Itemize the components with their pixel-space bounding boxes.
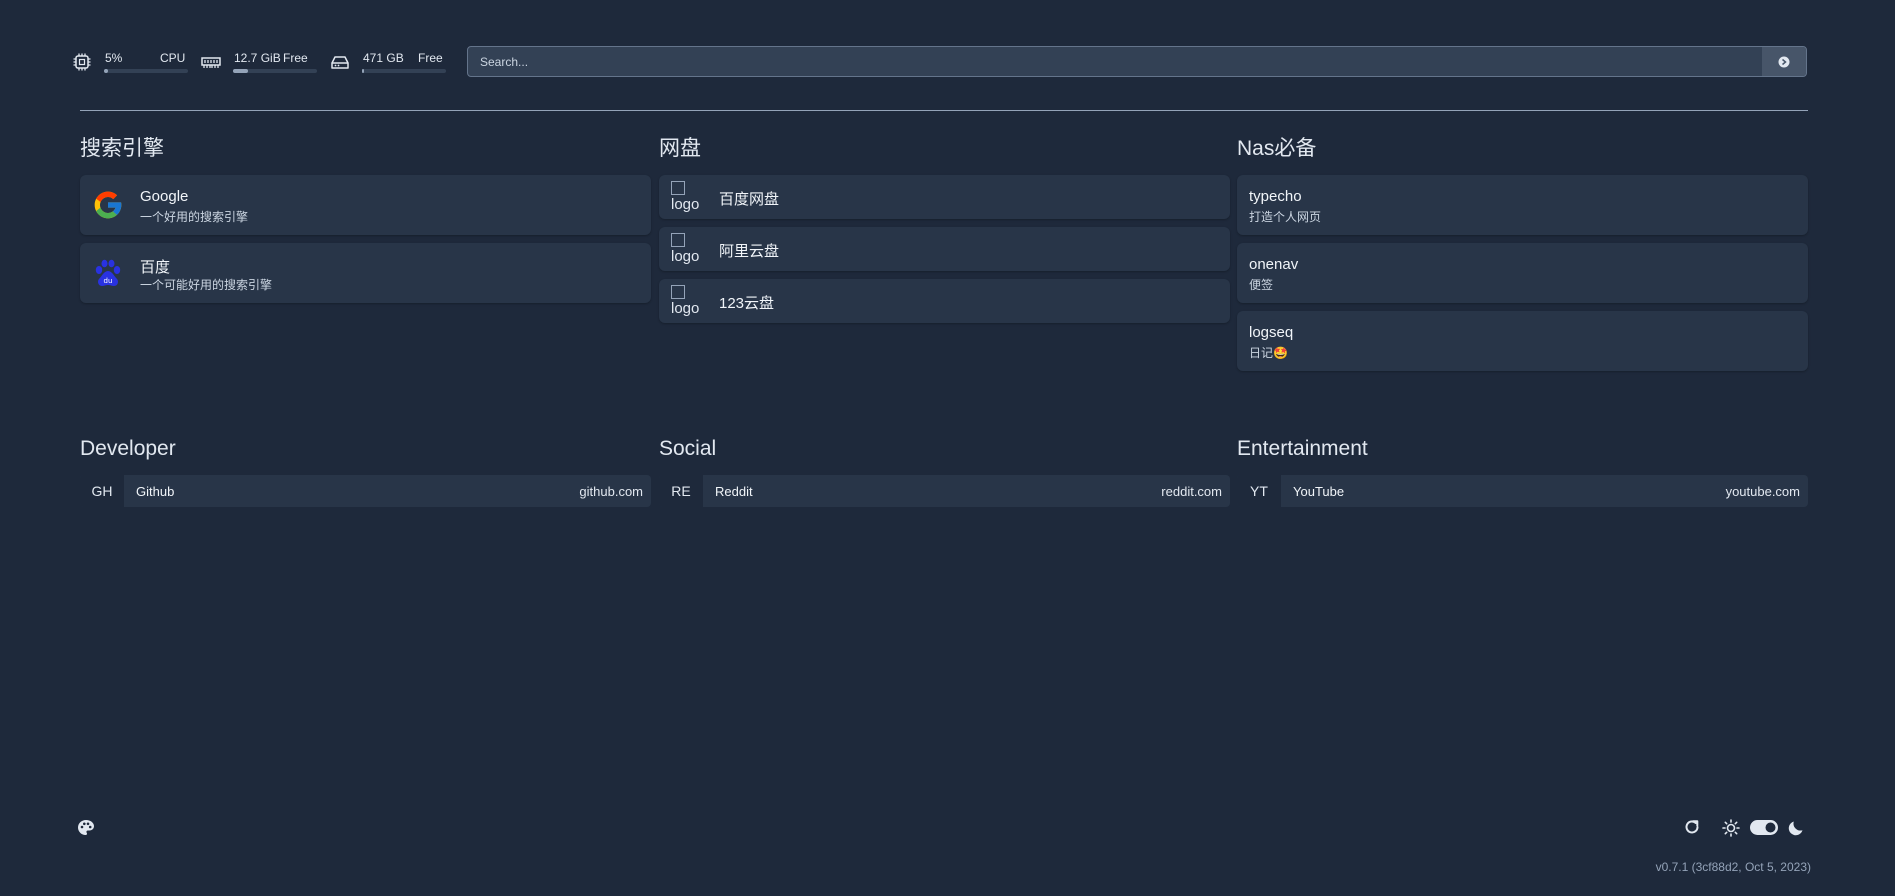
baidu-logo-icon: du: [92, 257, 124, 289]
memory-widget: 12.7 GiB Free: [201, 46, 319, 80]
search-input[interactable]: [468, 47, 1768, 76]
service-group-nas: Nas必备 typecho 打造个人网页 onenav 便签 logseq 日记…: [1237, 135, 1808, 375]
service-card-baidu-pan[interactable]: logo 百度网盘: [659, 175, 1230, 219]
bookmark-github[interactable]: GH Github github.com: [80, 475, 651, 507]
service-card-typecho[interactable]: typecho 打造个人网页: [1237, 175, 1808, 235]
memory-bar-fill: [233, 69, 249, 73]
cpu-widget: 5% CPU: [72, 46, 190, 80]
service-group-title: 网盘: [659, 137, 701, 160]
service-description: 打造个人网页: [1249, 210, 1322, 224]
broken-image-icon: logo: [671, 285, 703, 317]
bookmark-abbr: RE: [659, 475, 703, 507]
disk-value: 471 GB: [363, 51, 404, 65]
broken-image-icon: logo: [671, 233, 703, 265]
cpu-value: 5%: [105, 51, 123, 65]
palette-icon[interactable]: [77, 819, 95, 842]
disk-bar-fill: [362, 69, 364, 73]
disk-widget: 471 GB Free: [330, 46, 448, 80]
bookmark-url: reddit.com: [1161, 484, 1222, 499]
service-name: 阿里云盘: [719, 243, 780, 260]
service-name: 123云盘: [719, 295, 775, 312]
service-name: 百度网盘: [719, 191, 780, 208]
svg-text:du: du: [104, 277, 113, 285]
hard-drive-icon: [330, 52, 350, 72]
theme-toggle[interactable]: [1750, 820, 1778, 840]
bookmark-group-developer: Developer GH Github github.com: [80, 435, 651, 515]
service-card-123-pan[interactable]: logo 123云盘: [659, 279, 1230, 323]
service-card-google[interactable]: Google 一个好用的搜索引擎: [80, 175, 651, 235]
bookmark-name: Github: [136, 484, 175, 499]
service-name: logseq: [1249, 324, 1294, 341]
bookmark-group-title: Developer: [80, 437, 176, 460]
bookmark-youtube[interactable]: YT YouTube youtube.com: [1237, 475, 1808, 507]
cpu-bar-fill: [104, 69, 109, 73]
memory-icon: [201, 52, 221, 72]
service-description: 便签: [1249, 278, 1274, 292]
bookmark-url: github.com: [579, 484, 643, 499]
moon-icon: [1787, 819, 1805, 842]
bookmark-name: YouTube: [1293, 484, 1345, 499]
service-group-title: Nas必备: [1237, 137, 1317, 160]
bookmark-url: youtube.com: [1725, 484, 1800, 499]
service-group-title: 搜索引擎: [80, 137, 164, 160]
google-logo-icon: [92, 189, 124, 221]
service-name: typecho: [1249, 188, 1302, 205]
bookmark-abbr: YT: [1237, 475, 1281, 507]
cpu-bar: [104, 69, 188, 73]
search-box: [467, 46, 1807, 77]
disk-bar: [362, 69, 446, 73]
bookmark-group-social: Social RE Reddit reddit.com: [659, 435, 1230, 515]
refresh-icon[interactable]: [1683, 818, 1701, 841]
service-description: 一个可能好用的搜索引擎: [140, 278, 273, 292]
header: 5% CPU 12.7 GiB Free 471 GB Free: [72, 46, 1808, 80]
bookmark-name: Reddit: [715, 484, 753, 499]
service-name: Google: [140, 188, 189, 205]
bookmark-abbr: GH: [80, 475, 124, 507]
search-provider-button[interactable]: [1762, 47, 1806, 76]
service-description: 日记🤩: [1249, 346, 1288, 360]
search-provider-icon: [1778, 56, 1790, 67]
bookmark-reddit[interactable]: RE Reddit reddit.com: [659, 475, 1230, 507]
service-description: 一个好用的搜索引擎: [140, 210, 249, 224]
bookmark-group-title: Entertainment: [1237, 437, 1368, 460]
service-card-baidu[interactable]: du 百度 一个可能好用的搜索引擎: [80, 243, 651, 303]
memory-value: 12.7 GiB: [234, 51, 281, 65]
service-card-logseq[interactable]: logseq 日记🤩: [1237, 311, 1808, 371]
service-group-search-engines: 搜索引擎 Google 一个好用的搜索引擎 du 百度 一个可能好用的搜索引擎: [80, 135, 651, 305]
memory-bar: [233, 69, 317, 73]
bookmark-group-entertainment: Entertainment YT YouTube youtube.com: [1237, 435, 1808, 515]
cpu-label: CPU: [160, 51, 186, 65]
service-name: 百度: [140, 259, 171, 276]
version-text: v0.7.1 (3cf88d2, Oct 5, 2023): [1655, 860, 1811, 874]
cpu-icon: [72, 52, 92, 72]
bookmark-group-title: Social: [659, 437, 717, 460]
service-card-onenav[interactable]: onenav 便签: [1237, 243, 1808, 303]
service-name: onenav: [1249, 256, 1299, 273]
service-card-aliyun-pan[interactable]: logo 阿里云盘: [659, 227, 1230, 271]
broken-image-icon: logo: [671, 181, 703, 213]
service-group-cloud-drive: 网盘 logo 百度网盘 logo 阿里云盘 logo 123云盘: [659, 135, 1230, 325]
disk-label: Free: [418, 51, 443, 65]
memory-label: Free: [283, 51, 308, 65]
header-divider: [80, 110, 1808, 111]
sun-icon: [1722, 819, 1740, 842]
